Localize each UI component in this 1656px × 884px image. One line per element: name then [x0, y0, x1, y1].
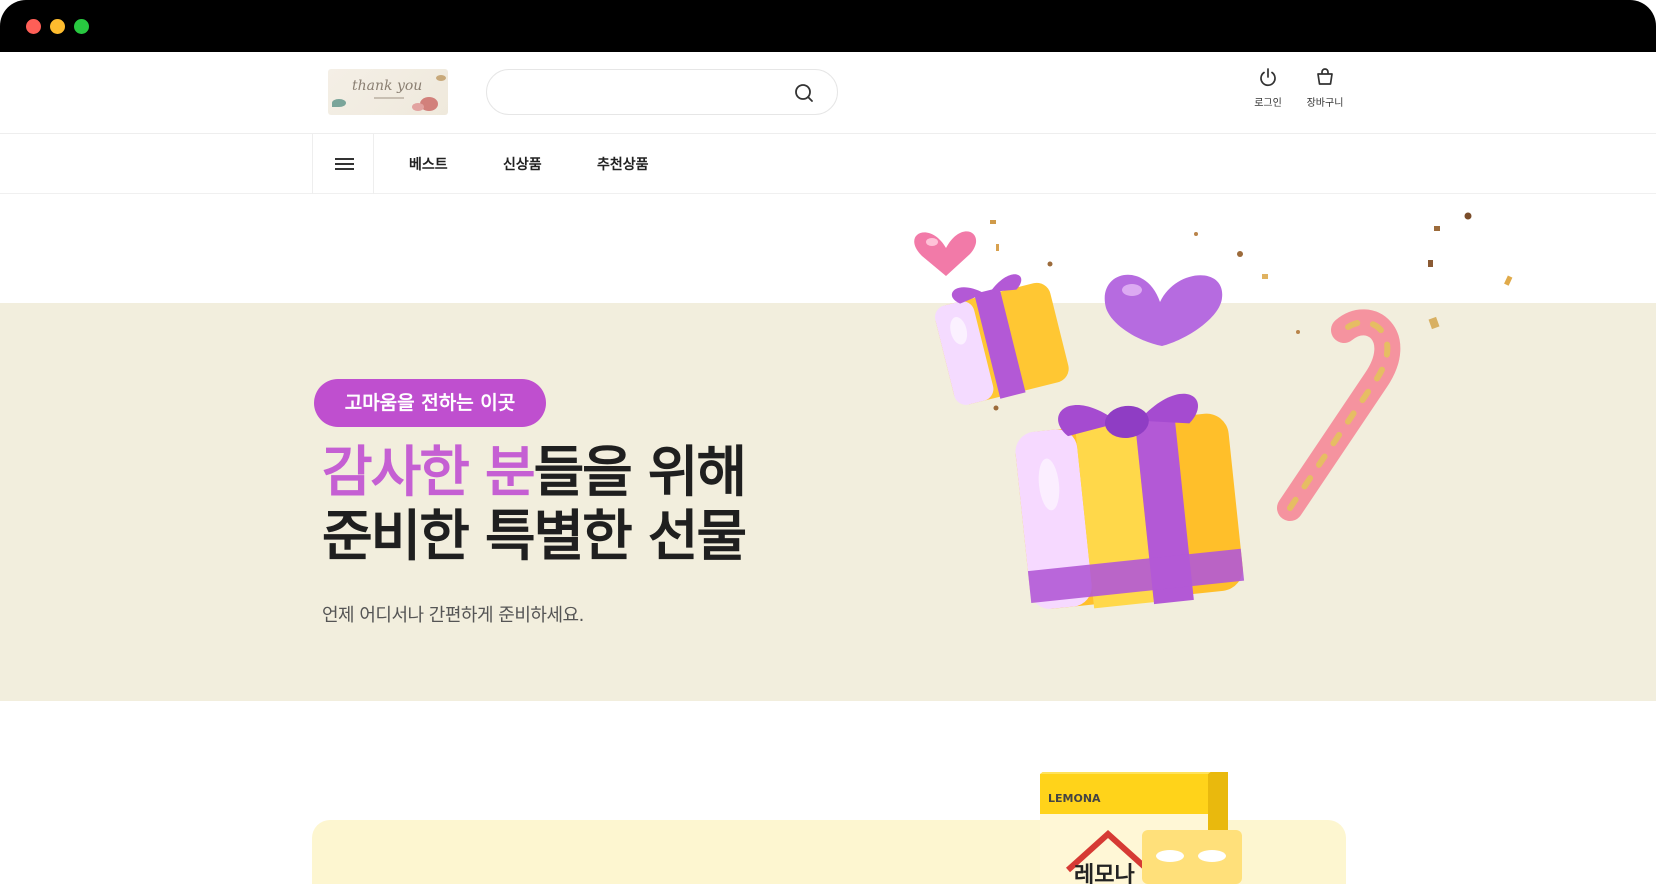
product-name: 레모나 — [1074, 863, 1135, 884]
main-nav: 베스트 신상품 추천상품 — [0, 134, 1656, 194]
login-button[interactable]: 로그인 — [1238, 66, 1298, 116]
minimize-window-button[interactable] — [50, 19, 65, 34]
logo-underline — [374, 97, 404, 99]
pink-heart-candy — [914, 231, 977, 276]
search-input[interactable] — [507, 80, 787, 104]
headline-accent: 감사한 분 — [322, 440, 536, 504]
nav-item-best[interactable]: 베스트 — [409, 154, 448, 174]
product-box: LEMONA 레모나 — [1040, 772, 1242, 884]
product-box-image[interactable]: LEMONA 레모나 — [1038, 772, 1246, 884]
cart-label: 장바구니 — [1306, 98, 1344, 109]
purple-heart-candy — [1104, 274, 1223, 346]
candy-cane — [1277, 309, 1401, 521]
window-titlebar — [0, 0, 1656, 52]
hero-headline: 감사한 분들을 위해 준비한 특별한 선물 — [322, 440, 748, 568]
browser-window: thank you 로그인 장바구니 베스트 신상품 추천상품 고마움을 전하는… — [0, 0, 1656, 884]
large-gift-box — [1015, 393, 1245, 609]
small-gift-box — [935, 274, 1069, 405]
close-window-button[interactable] — [26, 19, 41, 34]
maximize-window-button[interactable] — [74, 19, 89, 34]
hamburger-menu-icon[interactable] — [312, 134, 374, 194]
nav-item-recommended[interactable]: 추천상품 — [597, 154, 649, 174]
headline-text: 들을 위해 — [533, 440, 748, 504]
logo-leaf-decoration — [332, 99, 346, 107]
power-icon — [1260, 68, 1276, 87]
hero-subtitle: 언제 어디서나 간편하게 준비하세요. — [322, 605, 584, 626]
search-icon[interactable] — [793, 82, 815, 104]
nav-item-new[interactable]: 신상품 — [503, 154, 542, 174]
gift-illustration — [914, 212, 1513, 609]
login-label: 로그인 — [1254, 98, 1282, 109]
site-logo[interactable]: thank you — [328, 69, 448, 115]
logo-text: thank you — [352, 78, 423, 94]
hero-badge: 고마움을 전하는 이곳 — [314, 379, 546, 427]
logo-leaf-decoration — [436, 75, 446, 81]
search-bar — [486, 69, 838, 115]
headline-line-2: 준비한 특별한 선물 — [322, 504, 747, 568]
product-brand: LEMONA — [1048, 792, 1101, 805]
site-header: thank you 로그인 장바구니 — [0, 52, 1656, 134]
shopping-basket-icon — [1317, 68, 1333, 85]
cart-button[interactable]: 장바구니 — [1295, 66, 1355, 116]
logo-flower-decoration — [412, 103, 424, 111]
